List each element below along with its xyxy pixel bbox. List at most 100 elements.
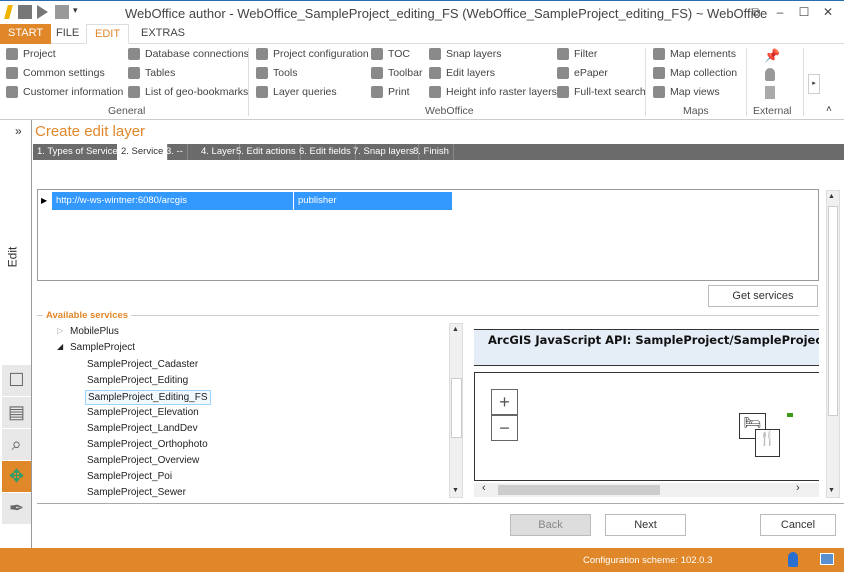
publish-icon[interactable] <box>55 5 69 19</box>
group-external-label: External <box>753 105 792 117</box>
wizard-step[interactable]: 6. Edit fields <box>295 144 356 160</box>
database-search-icon[interactable] <box>765 86 775 99</box>
tree-scrollbar[interactable]: ▲ ▼ <box>449 323 463 498</box>
cancel-button[interactable]: Cancel <box>760 514 836 536</box>
pin-icon[interactable]: 📌 <box>764 48 780 64</box>
ribbon-filter[interactable]: Filter <box>557 48 597 60</box>
ribbon-tools[interactable]: Tools <box>256 67 298 79</box>
tree-node-service[interactable]: SampleProject_Overview <box>85 454 201 467</box>
ribbon-height-info[interactable]: Height info raster layers <box>429 86 557 98</box>
scroll-up-icon[interactable]: ▲ <box>452 326 459 333</box>
tree-node-service[interactable]: SampleProject_Elevation <box>85 406 201 419</box>
save-icon[interactable] <box>18 5 32 19</box>
row-selector-icon: ▶ <box>41 196 47 205</box>
user-icon[interactable] <box>788 552 798 567</box>
tree-node-service[interactable]: SampleProject_LandDev <box>85 422 200 435</box>
wizard-step[interactable]: 3. -- <box>162 144 188 160</box>
tree-node-service[interactable]: SampleProject_Orthophoto <box>85 438 210 451</box>
tree-node-service[interactable]: SampleProject_Sewer <box>85 486 188 499</box>
config-icon <box>256 48 268 60</box>
run-icon[interactable] <box>37 5 48 19</box>
edit-move-icon[interactable]: ✥ <box>2 461 31 492</box>
next-button[interactable]: Next <box>605 514 686 536</box>
tree-node-service[interactable]: SampleProject_Editing_FS <box>85 390 211 405</box>
label: Project <box>23 48 56 60</box>
tab-file[interactable]: FILE <box>48 24 87 44</box>
label: Common settings <box>23 67 105 79</box>
collapse-icon[interactable]: ◢ <box>57 342 63 351</box>
maximize-button[interactable]: ☐ <box>796 5 812 19</box>
wizard-step[interactable]: 1. Types of Services <box>33 144 127 160</box>
ribbon-layer-queries[interactable]: Layer queries <box>256 86 337 98</box>
ribbon-map-views[interactable]: Map views <box>653 86 720 98</box>
zoom-in-button[interactable]: + <box>491 389 518 415</box>
ribbon-tabs: START FILE EDIT EXTRAS <box>0 24 844 44</box>
ribbon-edit-layers[interactable]: Edit layers <box>429 67 495 79</box>
location-icon[interactable] <box>765 68 775 81</box>
ribbon-full-text-search[interactable]: Full-text search <box>557 86 646 98</box>
scroll-thumb[interactable] <box>498 485 660 495</box>
wizard-step[interactable]: 2. Service <box>117 144 168 160</box>
ribbon-scroll-right[interactable]: ▸ <box>808 74 820 94</box>
ribbon-toc[interactable]: TOC <box>371 48 410 60</box>
scroll-thumb[interactable] <box>451 378 462 438</box>
tab-extras[interactable]: EXTRAS <box>133 24 193 44</box>
expand-icon[interactable]: ▷ <box>57 326 63 335</box>
scroll-thumb[interactable] <box>828 206 838 416</box>
ribbon-map-collection[interactable]: Map collection <box>653 67 737 79</box>
ribbon-database-connections[interactable]: Database connections <box>128 48 249 60</box>
tab-start[interactable]: START <box>0 24 51 44</box>
scroll-down-icon[interactable]: ▼ <box>452 487 459 494</box>
ribbon-customer-information[interactable]: Customer information <box>6 86 123 98</box>
cell-user[interactable]: publisher <box>294 192 453 210</box>
scroll-left-icon[interactable]: ‹ <box>482 482 486 494</box>
preview-h-scrollbar[interactable]: ‹ › <box>474 483 819 497</box>
back-button[interactable]: Back <box>510 514 591 536</box>
tree-node-service[interactable]: SampleProject_Cadaster <box>85 358 200 371</box>
scroll-right-icon[interactable]: › <box>796 482 800 494</box>
ribbon-tables[interactable]: Tables <box>128 67 175 79</box>
scroll-down-icon[interactable]: ▼ <box>828 487 835 494</box>
ribbon-common-settings[interactable]: Common settings <box>6 67 105 79</box>
expand-sidebar-button[interactable]: » <box>15 124 22 138</box>
ribbon-map-elements[interactable]: Map elements <box>653 48 736 60</box>
tree-node-sampleproject[interactable]: SampleProject <box>70 342 135 353</box>
label: Map views <box>670 86 720 98</box>
get-services-button[interactable]: Get services <box>708 285 818 307</box>
monitor-icon[interactable] <box>820 553 834 565</box>
ribbon-toolbar[interactable]: Toolbar <box>371 67 422 79</box>
ribbon-geo-bookmarks[interactable]: List of geo-bookmarks <box>128 86 248 98</box>
search-icon[interactable]: ⌕ <box>2 429 31 460</box>
table-icon <box>128 67 140 79</box>
ribbon-project[interactable]: Project <box>6 48 56 60</box>
zoom-out-button[interactable]: − <box>491 415 518 441</box>
ribbon-snap-layers[interactable]: Snap layers <box>429 48 501 60</box>
tree-node-service[interactable]: SampleProject_Poi <box>85 470 174 483</box>
map-view[interactable]: + − 🛏 🍴 <box>474 372 819 481</box>
wizard-step[interactable]: 5. Edit actions <box>232 144 301 160</box>
restore-icon[interactable]: ⧉ <box>748 5 764 20</box>
ribbon-print[interactable]: Print <box>371 86 410 98</box>
tab-edit[interactable]: EDIT <box>86 24 129 44</box>
minimize-button[interactable]: – <box>772 5 788 19</box>
pen-icon[interactable]: ✒ <box>2 493 31 524</box>
main-scrollbar[interactable]: ▲ ▼ <box>826 190 840 498</box>
close-button[interactable]: ✕ <box>820 5 836 19</box>
scroll-up-icon[interactable]: ▲ <box>828 193 835 200</box>
configuration-scheme: Configuration scheme: 102.0.3 <box>583 555 712 566</box>
notebook-icon[interactable]: ▤ <box>2 397 31 428</box>
group-maps-label: Maps <box>683 105 709 117</box>
quick-access-dropdown-icon[interactable]: ▾ <box>73 5 78 16</box>
cell-url[interactable]: http://w-ws-wintner:6080/arcgis <box>52 192 294 210</box>
map-collection-icon <box>653 67 665 79</box>
project-icon <box>6 48 18 60</box>
tree-node-mobileplus[interactable]: MobilePlus <box>70 326 119 337</box>
new-icon[interactable]: ☐ <box>2 365 31 396</box>
tree-node-service[interactable]: SampleProject_Editing <box>85 374 190 387</box>
collapse-ribbon-icon[interactable]: ˄ <box>826 104 832 115</box>
wizard-step[interactable]: 8. Finish <box>409 144 454 160</box>
ribbon-project-configuration[interactable]: Project configuration <box>256 48 369 60</box>
page-title: Create edit layer <box>35 123 145 140</box>
ribbon-epaper[interactable]: ePaper <box>557 67 608 79</box>
label: Map collection <box>670 67 737 79</box>
